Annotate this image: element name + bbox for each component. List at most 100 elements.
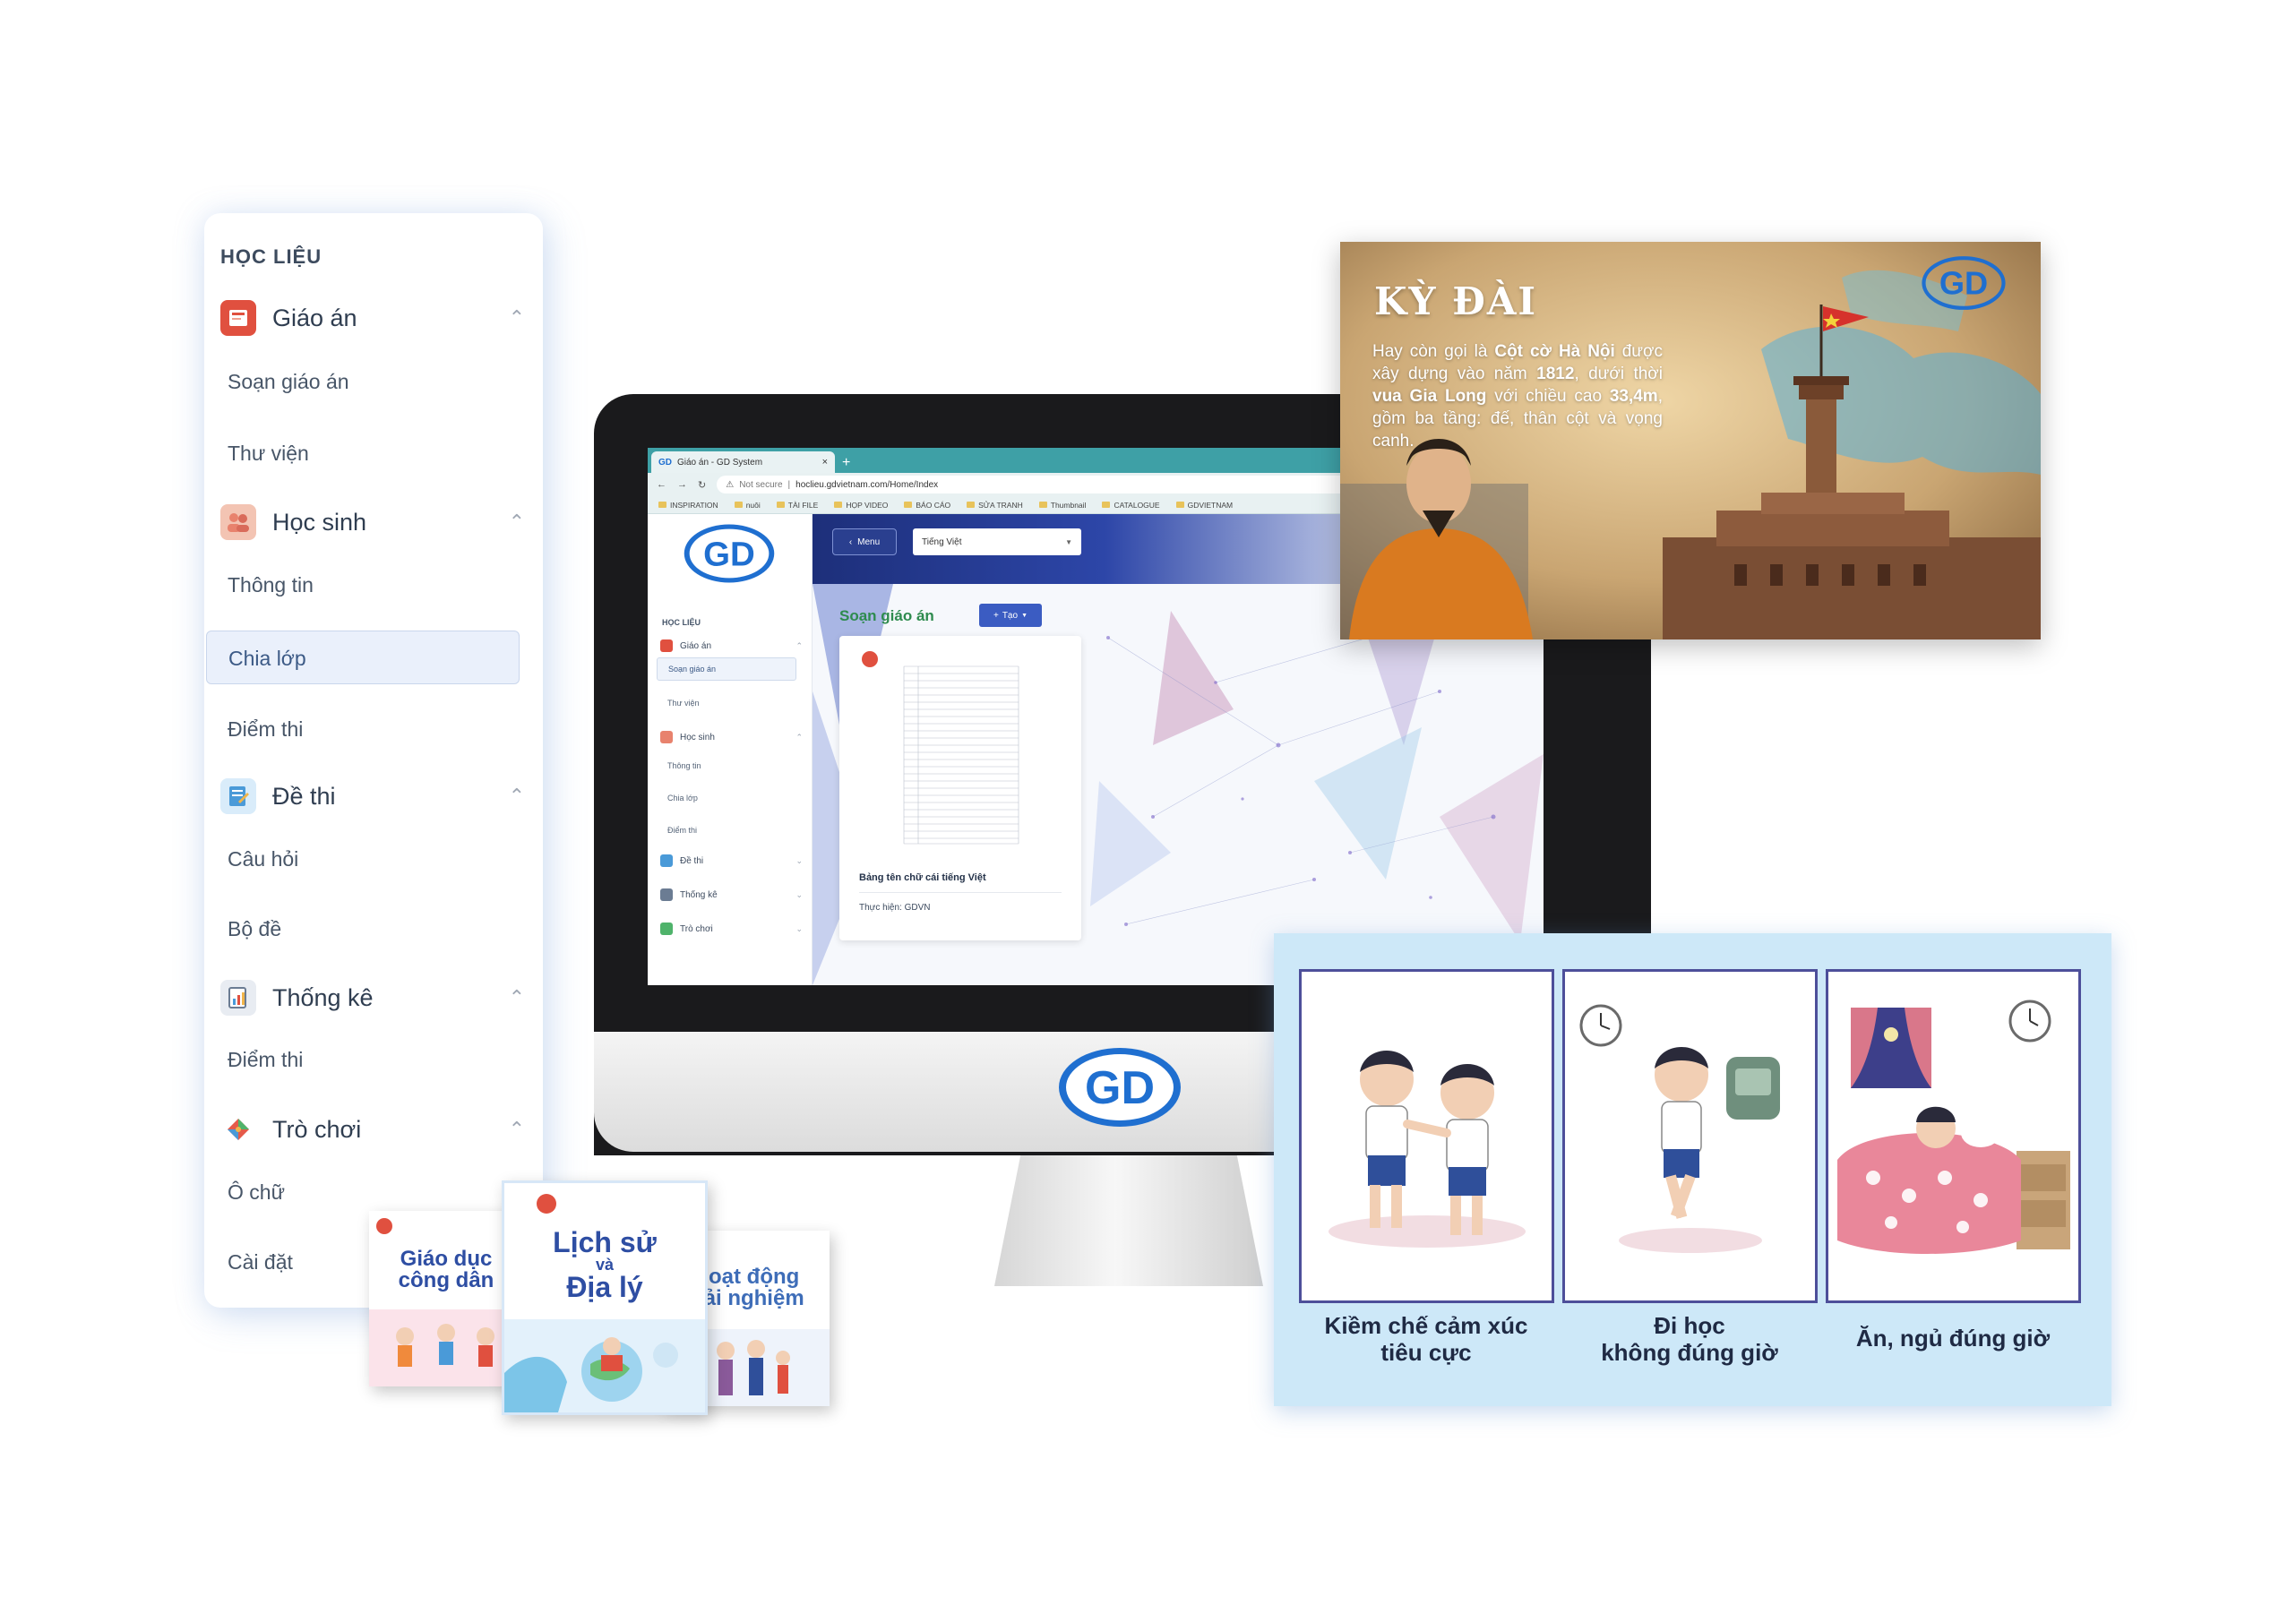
game-icon xyxy=(220,1111,256,1147)
chevron-up-icon[interactable]: ⌃ xyxy=(509,511,525,534)
chevron-left-icon: ‹ xyxy=(848,536,853,547)
plus-icon: + xyxy=(993,610,999,621)
book-icon xyxy=(220,300,256,336)
children-illustration xyxy=(369,1309,523,1386)
bookmark-item[interactable]: TÀI FILE xyxy=(777,501,819,510)
app-nav-chia-lop[interactable]: Chia lớp xyxy=(667,794,698,802)
chevron-down-icon: ⌄ xyxy=(795,923,803,933)
sidebar-group-hoc-sinh[interactable]: Học sinh ⌃ xyxy=(220,500,525,545)
sidebar-group-de-thi[interactable]: Đề thi ⌃ xyxy=(220,774,525,819)
students-icon xyxy=(660,731,673,743)
chevron-up-icon[interactable]: ⌃ xyxy=(509,986,525,1009)
chevron-down-icon: ⌄ xyxy=(795,855,803,865)
book-title: Giáo dục công dân xyxy=(398,1247,494,1292)
reload-icon[interactable]: ↻ xyxy=(698,479,706,491)
app-nav-tro-choi[interactable]: Trò chơi ⌄ xyxy=(660,923,803,935)
sidebar: HỌC LIỆU Giáo án ⌃ Soạn giáo án Thư viện… xyxy=(204,213,543,1308)
app-sidebar-section: HỌC LIỆU xyxy=(662,618,701,627)
illustration-frame-3 xyxy=(1826,969,2081,1303)
warning-icon: ⚠ xyxy=(726,479,735,490)
chevron-down-icon: ⌄ xyxy=(795,889,803,899)
illustration-frame-2 xyxy=(1562,969,1818,1303)
sidebar-item-diem-thi[interactable]: Điểm thi xyxy=(228,717,303,742)
caption-1: Kiềm chế cảm xúc tiêu cực xyxy=(1324,1312,1528,1366)
publisher-logo-icon xyxy=(537,1194,556,1214)
menu-button[interactable]: ‹ Menu xyxy=(832,528,897,555)
gd-logo-icon: GD xyxy=(684,524,775,583)
globe-reader-illustration xyxy=(504,1319,705,1412)
sidebar-item-cau-hoi[interactable]: Câu hỏi xyxy=(228,847,298,871)
svg-text:GD: GD xyxy=(1085,1062,1155,1114)
book-lich-su-va-dia-ly: Lịch sử và Địa lý xyxy=(502,1180,708,1415)
lesson-card-author: Thực hiện: GDVN xyxy=(859,903,931,913)
publisher-logo-icon xyxy=(376,1218,392,1234)
new-tab-icon[interactable]: + xyxy=(842,453,850,473)
monitor-stand xyxy=(994,1152,1263,1286)
caption-2: Đi học không đúng giờ xyxy=(1601,1312,1778,1366)
illustration-frame-1 xyxy=(1299,969,1554,1303)
gd-logo-icon: GD xyxy=(1922,256,2006,310)
svg-text:GD: GD xyxy=(703,535,755,573)
caption-3: Ăn, ngủ đúng giờ xyxy=(1855,1325,2051,1352)
history-slide: KỲ ĐÀI Hay còn gọi là Cột cờ Hà Nội được… xyxy=(1340,242,2041,639)
bookmark-item[interactable]: HỌP VIDEO xyxy=(834,501,888,510)
sidebar-group-tro-choi[interactable]: Trò chơi ⌃ xyxy=(220,1107,525,1152)
slide-title: KỲ ĐÀI xyxy=(1374,279,1538,323)
sidebar-section-title: HỌC LIỆU xyxy=(220,245,322,268)
sidebar-item-bo-de[interactable]: Bộ đề xyxy=(228,917,281,941)
create-button[interactable]: + Tạo ▼ xyxy=(979,604,1042,627)
sidebar-item-cai-dat[interactable]: Cài đặt xyxy=(228,1250,293,1274)
statistics-icon xyxy=(660,888,673,901)
lesson-card-title: Bảng tên chữ cái tiếng Việt xyxy=(859,872,986,883)
bookmark-item[interactable]: Thumbnail xyxy=(1039,501,1087,510)
app-nav-thong-ke[interactable]: Thống kê ⌄ xyxy=(660,888,803,901)
bookmark-item[interactable]: CATALOGUE xyxy=(1102,501,1159,510)
sidebar-item-soan-giao-an[interactable]: Soạn giáo án xyxy=(228,370,349,394)
book-giao-duc-cong-dan: Giáo dục công dân xyxy=(369,1211,523,1386)
slide-description: Hay còn gọi là Cột cờ Hà Nội được xây dự… xyxy=(1372,342,1663,451)
book-title: Lịch sử và Địa lý xyxy=(553,1226,657,1303)
forward-icon[interactable]: → xyxy=(677,479,687,490)
app-nav-diem-thi[interactable]: Điểm thi xyxy=(667,826,697,835)
bookmark-item[interactable]: SỬA TRANH xyxy=(967,501,1023,510)
language-select[interactable]: Tiếng Việt ▼ xyxy=(913,528,1081,555)
lesson-thumbnail xyxy=(852,647,1069,853)
lesson-card[interactable]: Bảng tên chữ cái tiếng Việt Thực hiện: G… xyxy=(839,636,1081,940)
app-nav-soan-giao-an[interactable]: Soạn giáo án xyxy=(657,657,796,681)
boy-late-illustration xyxy=(1579,1004,1780,1253)
illustration-panel: Kiềm chế cảm xúc tiêu cực Đi học không đ… xyxy=(1274,933,2111,1406)
game-icon xyxy=(660,923,673,935)
bookmark-item[interactable]: INSPIRATION xyxy=(658,501,718,510)
sidebar-item-thu-vien[interactable]: Thư viện xyxy=(228,442,309,466)
girl-sleeping-illustration xyxy=(1837,1000,2070,1254)
chevron-up-icon[interactable]: ⌃ xyxy=(509,306,525,330)
sidebar-item-diem-thi-2[interactable]: Điểm thi xyxy=(228,1048,303,1072)
sidebar-item-thong-tin[interactable]: Thông tin xyxy=(228,573,314,597)
sidebar-item-chia-lop[interactable]: Chia lớp xyxy=(206,631,520,684)
close-tab-icon[interactable]: × xyxy=(822,457,828,468)
sidebar-group-thong-ke[interactable]: Thống kê ⌃ xyxy=(220,975,525,1020)
app-nav-de-thi[interactable]: Đề thi ⌄ xyxy=(660,854,803,867)
app-nav-thu-vien[interactable]: Thư viện xyxy=(667,699,700,708)
app-nav-hoc-sinh[interactable]: Học sinh ⌃ xyxy=(660,731,803,743)
divider xyxy=(859,892,1062,893)
app-nav-thong-tin[interactable]: Thông tin xyxy=(667,761,701,770)
back-icon[interactable]: ← xyxy=(657,479,666,490)
bookmark-item[interactable]: GDVIETNAM xyxy=(1176,501,1234,510)
chevron-up-icon: ⌃ xyxy=(795,640,803,650)
chevron-up-icon[interactable]: ⌃ xyxy=(509,1118,525,1141)
chevron-up-icon[interactable]: ⌃ xyxy=(509,785,525,808)
sidebar-group-giao-an[interactable]: Giáo án ⌃ xyxy=(220,296,525,340)
app-sidebar: GD HỌC LIỆU Giáo án ⌃ Soạn giáo án Thư v… xyxy=(648,514,813,985)
students-icon xyxy=(220,504,256,540)
caret-down-icon: ▼ xyxy=(1065,537,1072,546)
svg-text:GD: GD xyxy=(1939,265,1988,302)
browser-tab[interactable]: GD Giáo án - GD System × xyxy=(651,451,835,473)
bookmark-item[interactable]: nuôi xyxy=(735,501,761,510)
app-nav-giao-an[interactable]: Giáo án ⌃ xyxy=(660,639,803,652)
bookmark-item[interactable]: BÁO CÁO xyxy=(904,501,950,510)
kids-conflict-illustration xyxy=(1329,1051,1526,1248)
gd-logo-icon: GD xyxy=(1059,1048,1181,1127)
caret-down-icon: ▼ xyxy=(1021,612,1028,619)
sidebar-item-o-chu[interactable]: Ô chữ xyxy=(228,1180,285,1205)
